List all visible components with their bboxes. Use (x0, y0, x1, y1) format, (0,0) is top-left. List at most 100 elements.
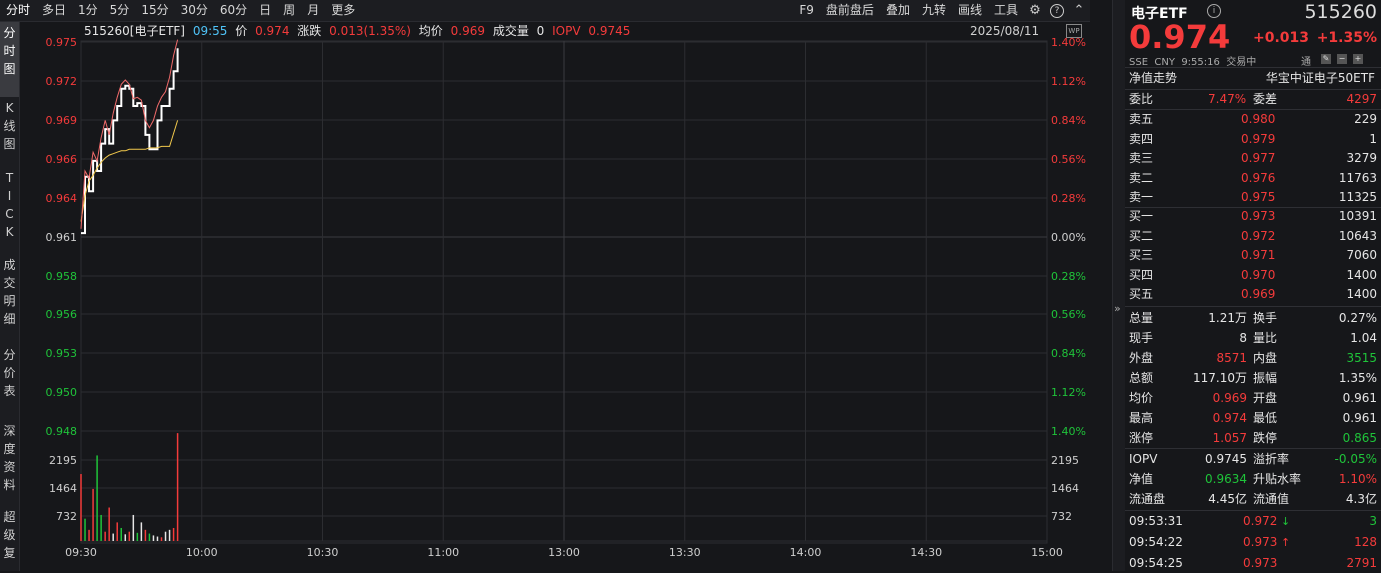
stat-value: 0.961 (1342, 391, 1377, 405)
tool-button-5[interactable]: 工具 (988, 0, 1024, 21)
tick-time: 09:54:25 (1129, 556, 1183, 570)
period-tab-10[interactable]: 更多 (325, 0, 361, 21)
gear-icon[interactable]: ⚙ (1024, 0, 1046, 21)
info-price-label: 价 (235, 24, 248, 38)
nav-row[interactable]: 净值走势 华宝中证电子50ETF (1125, 69, 1381, 88)
stat-label: 溢折率 (1253, 452, 1290, 466)
stat-label: 最高 (1129, 411, 1154, 425)
tick-price: 0.973 (1243, 535, 1278, 549)
period-tab-7[interactable]: 日 (253, 0, 277, 21)
view-tab-4[interactable]: 分价表 (0, 344, 19, 420)
period-tab-0[interactable]: 分时 (0, 0, 36, 21)
y-tick-right: 0.00% (1051, 231, 1086, 244)
bid-row[interactable]: 买二 0.972 10643 (1125, 227, 1381, 246)
ask-label: 卖二 (1129, 170, 1154, 185)
period-tab-9[interactable]: 月 (301, 0, 325, 21)
weibi-value: 7.47% (1208, 92, 1247, 106)
stat-row: 总量 1.21万 换手 0.27% (1125, 309, 1381, 328)
vol-tick-right: 2195 (1051, 454, 1079, 467)
info-vol: 0 (536, 24, 545, 38)
ask-row[interactable]: 卖五 0.980 229 (1125, 110, 1381, 129)
y-tick-left: 0.966 (46, 153, 78, 166)
period-tab-6[interactable]: 60分 (214, 0, 253, 21)
stat-label: 跌停 (1253, 431, 1278, 445)
info-icon[interactable]: i (1207, 4, 1221, 18)
divider (1125, 306, 1381, 307)
intraday-chart[interactable]: 0.975 1.40% 0.972 1.12% 0.969 0.84% 0.966 0.56%… (20, 21, 1090, 571)
plus-icon[interactable]: + (1353, 54, 1363, 64)
x-tick: 11:00 (427, 546, 459, 559)
tool-button-3[interactable]: 九转 (916, 0, 952, 21)
divider (1125, 510, 1381, 511)
bid-volume: 10391 (1338, 209, 1377, 223)
stat-label: IOPV (1129, 452, 1158, 466)
arrow-up-icon: ↑ (1281, 536, 1291, 549)
view-tab-0[interactable]: 分时图 (0, 22, 19, 97)
info-avg: 0.969 (450, 24, 485, 38)
ask-row[interactable]: 卖二 0.976 11763 (1125, 169, 1381, 188)
period-tab-3[interactable]: 5分 (104, 0, 136, 21)
nav-trend-label: 净值走势 (1129, 71, 1178, 85)
tool-button-4[interactable]: 画线 (952, 0, 988, 21)
bid-row[interactable]: 买一 0.973 10391 (1125, 207, 1381, 226)
tool-button-2[interactable]: 叠加 (880, 0, 916, 21)
series-line-2 (80, 39, 179, 229)
view-tab-3[interactable]: 成交明细 (0, 254, 19, 344)
ask-row[interactable]: 卖四 0.979 1 (1125, 130, 1381, 149)
period-tab-8[interactable]: 周 (277, 0, 301, 21)
stat-value: 3515 (1346, 351, 1377, 365)
weicha-label: 委差 (1253, 92, 1278, 106)
stat-value: 8571 (1216, 351, 1247, 365)
stat-row: 涨停 1.057 跌停 0.865 (1125, 429, 1381, 448)
info-iopv-label: IOPV (552, 24, 581, 38)
stat-label: 升贴水率 (1253, 472, 1302, 486)
view-tab-1[interactable]: K线图 (0, 97, 19, 167)
stat-value: 8 (1239, 331, 1247, 345)
tool-buttons: F9 盘前盘后 叠加 九转 画线 工具 ⚙? ⌃ (793, 0, 1090, 21)
info-vol-label: 成交量 (492, 24, 529, 38)
info-avg-label: 均价 (418, 24, 443, 38)
bid-row[interactable]: 买三 0.971 7060 (1125, 246, 1381, 265)
bid-volume: 10643 (1338, 228, 1377, 243)
edit-icon[interactable]: ✎ (1321, 54, 1331, 64)
x-tick: 15:00 (1031, 546, 1063, 559)
bid-row[interactable]: 买五 0.969 1400 (1125, 285, 1381, 304)
ask-row[interactable]: 卖一 0.975 11325 (1125, 188, 1381, 207)
x-tick: 13:00 (548, 546, 580, 559)
stat-row: 现手 8 量比 1.04 (1125, 329, 1381, 348)
view-tab-2[interactable]: TICK (0, 167, 19, 254)
ask-label: 卖五 (1129, 112, 1154, 126)
tool-button-1[interactable]: 盘前盘后 (820, 0, 880, 21)
divider (1125, 448, 1381, 449)
info-code: 515260[电子ETF] (84, 24, 185, 38)
period-tab-2[interactable]: 1分 (72, 0, 104, 21)
period-tab-4[interactable]: 15分 (135, 0, 174, 21)
ask-price: 0.980 (1241, 112, 1276, 126)
panel-collapse-bar[interactable]: » (1112, 0, 1126, 571)
ask-volume: 11763 (1338, 170, 1377, 185)
tick-row: 09:53:31 0.972 ↓ 3 (1125, 512, 1381, 531)
period-tab-5[interactable]: 30分 (175, 0, 214, 21)
period-tab-1[interactable]: 多日 (36, 0, 72, 21)
bid-label: 买一 (1129, 209, 1154, 223)
stat-value: 0.27% (1338, 311, 1377, 325)
tool-button-0[interactable]: F9 (793, 0, 820, 21)
view-tab-5[interactable]: 深度资料 (0, 420, 19, 506)
y-tick-right: 0.56% (1051, 308, 1086, 321)
wp-icon[interactable]: WP (1066, 24, 1082, 38)
price-change: +0.013 (1253, 30, 1310, 46)
view-tab-6[interactable]: 超级复 (0, 506, 19, 573)
y-tick-left: 0.948 (46, 425, 78, 438)
bid-row[interactable]: 买四 0.970 1400 (1125, 266, 1381, 285)
chevron-up-icon[interactable]: ⌃ (1068, 0, 1090, 21)
help-icon[interactable]: ? (1046, 0, 1068, 21)
tong-label: 通 (1301, 57, 1311, 68)
stat-row: 外盘 8571 内盘 3515 (1125, 349, 1381, 368)
y-tick-left: 0.950 (46, 386, 78, 399)
stat-row: 流通盘 4.45亿 流通值 4.3亿 (1125, 490, 1381, 509)
ask-row[interactable]: 卖三 0.977 3279 (1125, 149, 1381, 168)
ask-volume: 11325 (1338, 190, 1377, 204)
y-tick-left: 0.969 (46, 114, 78, 127)
tick-row: 09:54:22 0.973 ↑ 128 (1125, 533, 1381, 552)
minus-icon[interactable]: − (1337, 54, 1347, 64)
